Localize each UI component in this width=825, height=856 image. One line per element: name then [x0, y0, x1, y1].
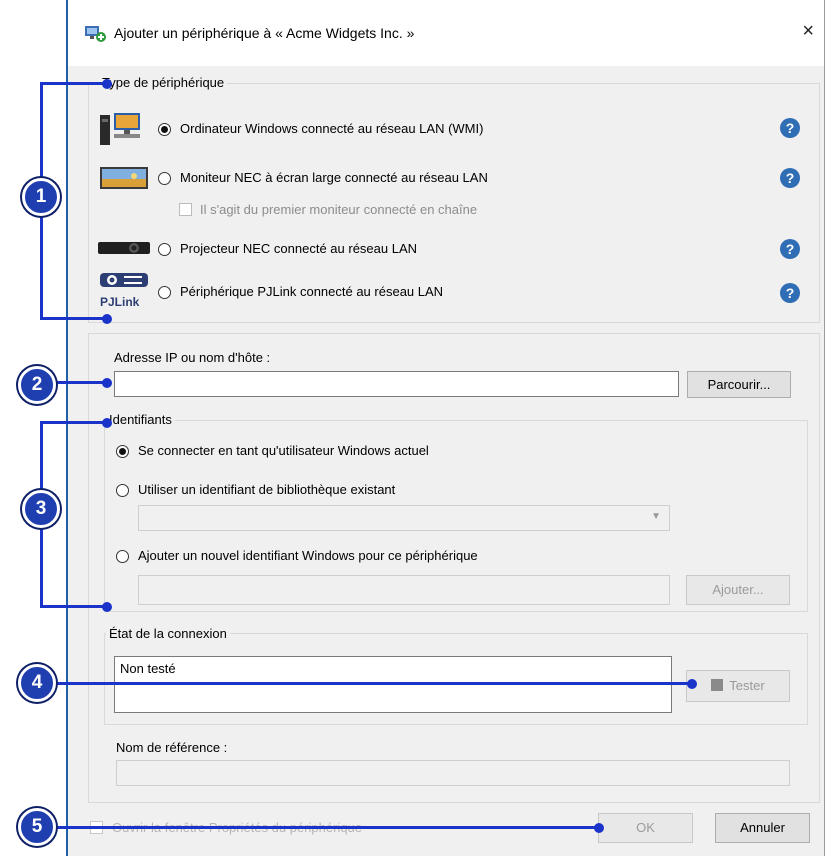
add-credential-button[interactable]: Ajouter...: [686, 575, 790, 605]
projector-icon: [98, 242, 150, 254]
radio-nec-projector[interactable]: [158, 243, 171, 256]
callout-line: [40, 605, 108, 608]
cancel-button[interactable]: Annuler: [715, 813, 810, 843]
option-pjlink-label[interactable]: Périphérique PJLink connecté au réseau L…: [180, 284, 443, 299]
current-user-label[interactable]: Se connecter en tant qu'utilisateur Wind…: [138, 443, 429, 458]
address-input[interactable]: [114, 371, 679, 397]
option-windows-computer-label[interactable]: Ordinateur Windows connecté au réseau LA…: [180, 121, 483, 136]
test-button-label: Tester: [729, 678, 765, 693]
option-nec-projector-label[interactable]: Projecteur NEC connecté au réseau LAN: [180, 241, 417, 256]
add-device-dialog: Ajouter un périphérique à « Acme Widgets…: [66, 0, 825, 856]
callout-dot: [102, 79, 112, 89]
device-type-group-label: Type de périphérique: [99, 75, 228, 90]
add-device-app-icon: [85, 26, 106, 42]
radio-new-credential[interactable]: [116, 550, 129, 563]
callout-marker-3: 3: [22, 490, 60, 528]
radio-pjlink[interactable]: [158, 286, 171, 299]
callout-marker-1: 1: [22, 178, 60, 216]
callout-dot: [594, 823, 604, 833]
pjlink-logo-text: PJLink: [100, 295, 140, 309]
test-icon: [711, 679, 724, 691]
windows-computer-icon: [100, 113, 140, 145]
callout-line: [55, 682, 693, 685]
help-icon[interactable]: ?: [780, 239, 800, 259]
daisy-chain-label: Il s'agit du premier moniteur connecté e…: [200, 202, 478, 217]
help-icon[interactable]: ?: [780, 283, 800, 303]
reference-name-label: Nom de référence :: [116, 740, 228, 755]
help-icon[interactable]: ?: [780, 168, 800, 188]
callout-marker-2: 2: [18, 366, 56, 404]
radio-current-user[interactable]: [116, 445, 129, 458]
library-credential-select[interactable]: ▼: [138, 505, 670, 531]
credentials-group-label: Identifiants: [106, 412, 175, 427]
callout-dot: [102, 418, 112, 428]
new-credential-label[interactable]: Ajouter un nouvel identifiant Windows po…: [138, 548, 478, 563]
ok-button[interactable]: OK: [598, 813, 693, 843]
callout-marker-5: 5: [18, 808, 56, 846]
nec-monitor-icon: [100, 167, 148, 189]
callout-line: [40, 317, 108, 320]
daisy-chain-checkbox[interactable]: [179, 203, 192, 216]
callout-dot: [102, 378, 112, 388]
chevron-down-icon: ▼: [651, 511, 661, 522]
reference-name-input[interactable]: [116, 760, 790, 786]
option-nec-monitor-label[interactable]: Moniteur NEC à écran large connecté au r…: [180, 170, 488, 185]
test-button[interactable]: Tester: [686, 670, 790, 702]
help-icon[interactable]: ?: [780, 118, 800, 138]
callout-dot: [102, 602, 112, 612]
callout-line: [40, 421, 108, 424]
close-button[interactable]: ×: [802, 20, 814, 43]
address-label: Adresse IP ou nom d'hôte :: [114, 350, 271, 365]
callout-line: [55, 826, 600, 829]
connection-status-text: Non testé: [120, 661, 176, 676]
callout-dot: [687, 679, 697, 689]
connection-status-label: État de la connexion: [106, 626, 230, 641]
title-bar: Ajouter un périphérique à « Acme Widgets…: [68, 0, 824, 66]
browse-button[interactable]: Parcourir...: [687, 371, 791, 398]
pjlink-icon: [100, 273, 148, 287]
radio-library-credential[interactable]: [116, 484, 129, 497]
callout-line: [55, 381, 108, 384]
callout-line: [40, 82, 108, 85]
dialog-title: Ajouter un périphérique à « Acme Widgets…: [114, 25, 415, 41]
callout-dot: [102, 314, 112, 324]
new-credential-input[interactable]: [138, 575, 670, 605]
radio-windows-computer[interactable]: [158, 123, 171, 136]
library-credential-label[interactable]: Utiliser un identifiant de bibliothèque …: [138, 482, 395, 497]
callout-marker-4: 4: [18, 664, 56, 702]
radio-nec-monitor[interactable]: [158, 172, 171, 185]
